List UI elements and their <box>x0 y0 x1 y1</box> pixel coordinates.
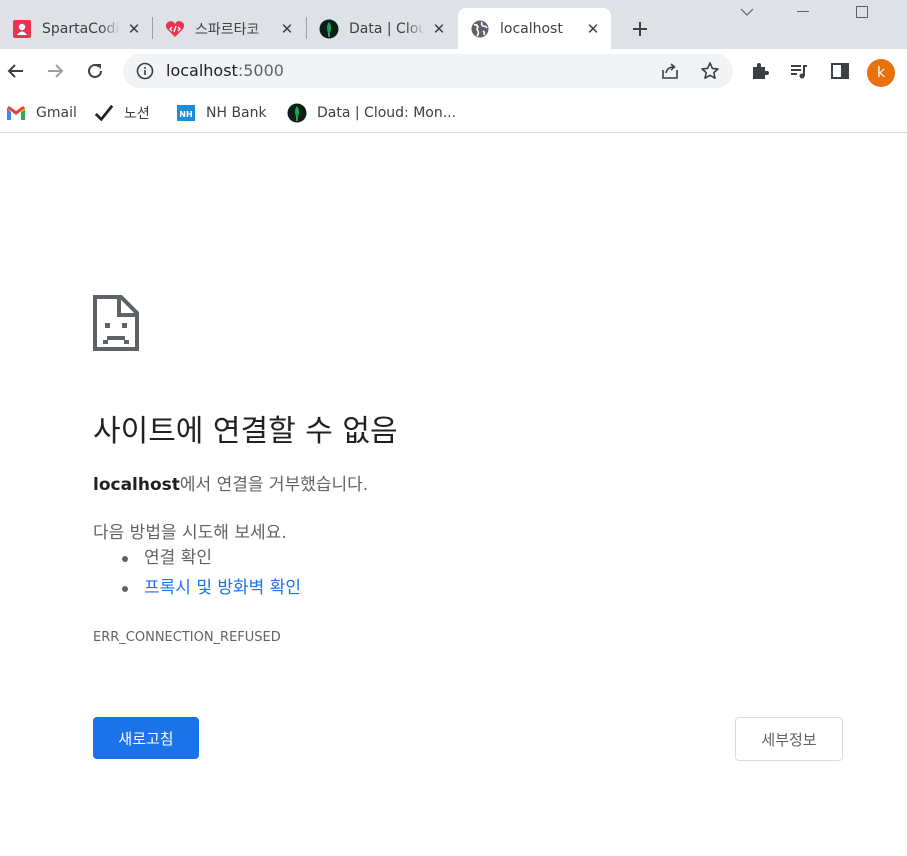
reload-page-button[interactable]: 새로고침 <box>93 717 199 759</box>
sad-page-icon <box>93 295 139 351</box>
playlist-icon <box>791 65 807 79</box>
share-icon <box>662 63 678 79</box>
bookmark-label: NH Bank <box>206 105 267 121</box>
gmail-icon <box>6 103 26 123</box>
mongodb-leaf-icon <box>319 19 339 39</box>
minimize-icon <box>797 11 809 12</box>
suggestions-heading: 다음 방법을 시도해 보세요. <box>93 523 287 543</box>
nh-bank-icon: NH <box>176 103 196 123</box>
error-message-text: 에서 연결을 거부했습니다. <box>179 475 369 495</box>
puzzle-icon <box>753 63 769 79</box>
error-host: localhost <box>93 475 180 495</box>
close-icon[interactable]: ✕ <box>124 19 144 39</box>
maximize-button[interactable] <box>848 0 876 24</box>
suggestion-check-proxy-firewall-link[interactable]: 프록시 및 방화벽 확인 <box>122 576 301 606</box>
mongodb-leaf-icon <box>287 103 307 123</box>
reload-button[interactable] <box>79 55 111 87</box>
suggestions-list: 연결 확인 프록시 및 방화벽 확인 <box>122 546 301 606</box>
profile-avatar[interactable]: k <box>867 59 895 87</box>
bookmark-mongodb[interactable]: Data | Cloud: Mon... <box>287 101 456 125</box>
minimize-button[interactable] <box>788 0 818 24</box>
tab-title: Data | Clou <box>349 20 425 37</box>
url-text[interactable]: localhost:5000 <box>166 61 284 81</box>
sparta-heart-icon <box>165 19 185 39</box>
details-button[interactable]: 세부정보 <box>735 717 843 761</box>
bookmark-star-button[interactable] <box>697 58 723 84</box>
bookmark-gmail[interactable]: Gmail <box>6 101 77 125</box>
info-icon[interactable] <box>135 61 155 81</box>
tab-title: SpartaCodi <box>42 20 120 37</box>
media-control-button[interactable] <box>783 55 815 87</box>
page-title: 사이트에 연결할 수 없음 <box>93 414 398 449</box>
globe-icon <box>470 19 490 39</box>
bookmark-label: Data | Cloud: Mon... <box>317 105 457 121</box>
error-page: 사이트에 연결할 수 없음 localhost에서 연결을 거부했습니다. 다음… <box>0 134 907 856</box>
chevron-down-icon <box>740 8 754 16</box>
tab-sparta-korean[interactable]: 스파르타코 ✕ <box>153 8 305 49</box>
tab-title: localhost <box>500 20 563 37</box>
tab-mongodb-data[interactable]: Data | Clou ✕ <box>307 8 457 49</box>
bookmark-nh-bank[interactable]: NH NH Bank <box>176 101 267 125</box>
error-message: localhost에서 연결을 거부했습니다. <box>93 470 368 495</box>
forward-button[interactable] <box>39 55 71 87</box>
checkmark-icon <box>94 103 114 123</box>
bookmark-label: 노션 <box>124 106 150 122</box>
bookmark-label: Gmail <box>36 105 77 121</box>
bookmark-notion[interactable]: 노션 <box>94 101 150 125</box>
tab-localhost[interactable]: localhost ✕ <box>458 8 611 49</box>
arrow-left-icon <box>7 64 23 78</box>
sparta-icon <box>12 19 32 39</box>
close-icon[interactable]: ✕ <box>583 19 603 39</box>
star-icon <box>701 62 719 79</box>
plus-icon <box>633 22 647 36</box>
tab-spartacoding[interactable]: SpartaCodi ✕ <box>0 8 152 49</box>
bookmarks-bar: Gmail 노션 NH NH Bank Data | Cloud: Mon... <box>0 93 907 133</box>
back-button[interactable] <box>0 55 32 87</box>
reload-icon <box>88 63 102 78</box>
tab-title: 스파르타코 <box>195 21 260 38</box>
suggestion-check-connection: 연결 확인 <box>122 546 301 576</box>
close-icon[interactable]: ✕ <box>429 19 449 39</box>
share-button[interactable] <box>657 58 683 84</box>
url-host: localhost <box>166 61 238 80</box>
error-code: ERR_CONNECTION_REFUSED <box>93 630 281 645</box>
side-panel-button[interactable] <box>824 55 856 87</box>
side-panel-icon <box>831 63 849 79</box>
url-port: :5000 <box>237 61 284 80</box>
browser-toolbar: localhost:5000 k <box>0 49 907 93</box>
extensions-button[interactable] <box>744 55 776 87</box>
close-icon[interactable]: ✕ <box>277 19 297 39</box>
svg-text:NH: NH <box>179 110 192 119</box>
address-bar[interactable]: localhost:5000 <box>123 54 733 88</box>
arrow-right-icon <box>48 64 64 78</box>
tab-strip: SpartaCodi ✕ 스파르타코 ✕ Data | Clou ✕ local… <box>0 0 907 49</box>
maximize-icon <box>856 6 868 18</box>
new-tab-button[interactable] <box>626 15 654 43</box>
tab-search-button[interactable] <box>733 0 761 24</box>
